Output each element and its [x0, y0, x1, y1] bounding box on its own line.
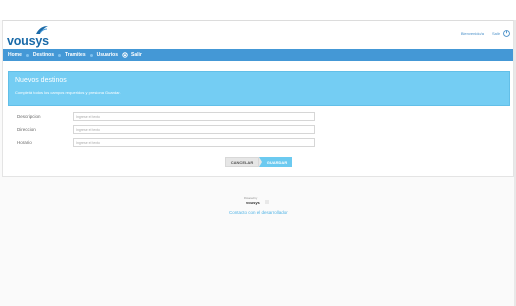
top-bar: [0, 0, 516, 20]
horario-label: Horario: [17, 140, 32, 145]
power-icon: [122, 52, 128, 58]
form-row-direccion: Direccion: [3, 125, 516, 135]
nav-item-salir[interactable]: Salir: [122, 52, 142, 58]
welcome-text: Bienvenido/a: [460, 30, 484, 36]
screen: vousys Bienvenido/a Salir Home Destinos …: [0, 0, 516, 306]
nav-separator-dot: [25, 53, 29, 57]
credit-logo-icon: [265, 200, 269, 204]
nav-separator-dot: [58, 53, 62, 57]
cancel-button[interactable]: CANCELAR: [225, 157, 259, 167]
form-actions: CANCELAR GUARDAR: [225, 157, 292, 167]
nav-item-usuarios[interactable]: Usuarios: [89, 52, 118, 58]
nav-item-destinos[interactable]: Destinos: [25, 52, 54, 58]
descripcion-label: Descripcion: [17, 114, 41, 119]
footer-credit[interactable]: Powered by vousys: [244, 197, 272, 207]
logo[interactable]: vousys: [7, 26, 57, 49]
page-subtitle: Completá todos los campos requeridos y p…: [15, 90, 121, 95]
direccion-label: Direccion: [17, 127, 36, 132]
page-title: Nuevos destinos: [15, 77, 67, 84]
nav-bar: Home Destinos Tramites Usuarios Salir: [3, 49, 513, 61]
contact-developer-link[interactable]: Contacto con el desarrollador: [229, 210, 288, 215]
user-area: Bienvenido/a Salir: [461, 28, 510, 38]
power-icon[interactable]: [503, 29, 510, 37]
main-card: vousys Bienvenido/a Salir Home Destinos …: [2, 20, 514, 177]
logout-link[interactable]: Salir: [492, 31, 500, 36]
page-banner: Nuevos destinos Completá todos los campo…: [8, 71, 510, 106]
nav-item-tramites[interactable]: Tramites: [58, 52, 86, 58]
horario-input[interactable]: [73, 138, 315, 147]
form-row-descripcion: Descripcion: [3, 112, 516, 122]
nav-separator-dot: [89, 53, 93, 57]
save-button[interactable]: GUARDAR: [262, 157, 292, 167]
credit-brand-text: vousys: [246, 200, 260, 205]
nav-item-home[interactable]: Home: [8, 52, 22, 58]
logo-text: vousys: [7, 34, 49, 48]
descripcion-input[interactable]: [73, 112, 315, 121]
form-row-horario: Horario: [3, 138, 516, 148]
direccion-input[interactable]: [73, 125, 315, 134]
